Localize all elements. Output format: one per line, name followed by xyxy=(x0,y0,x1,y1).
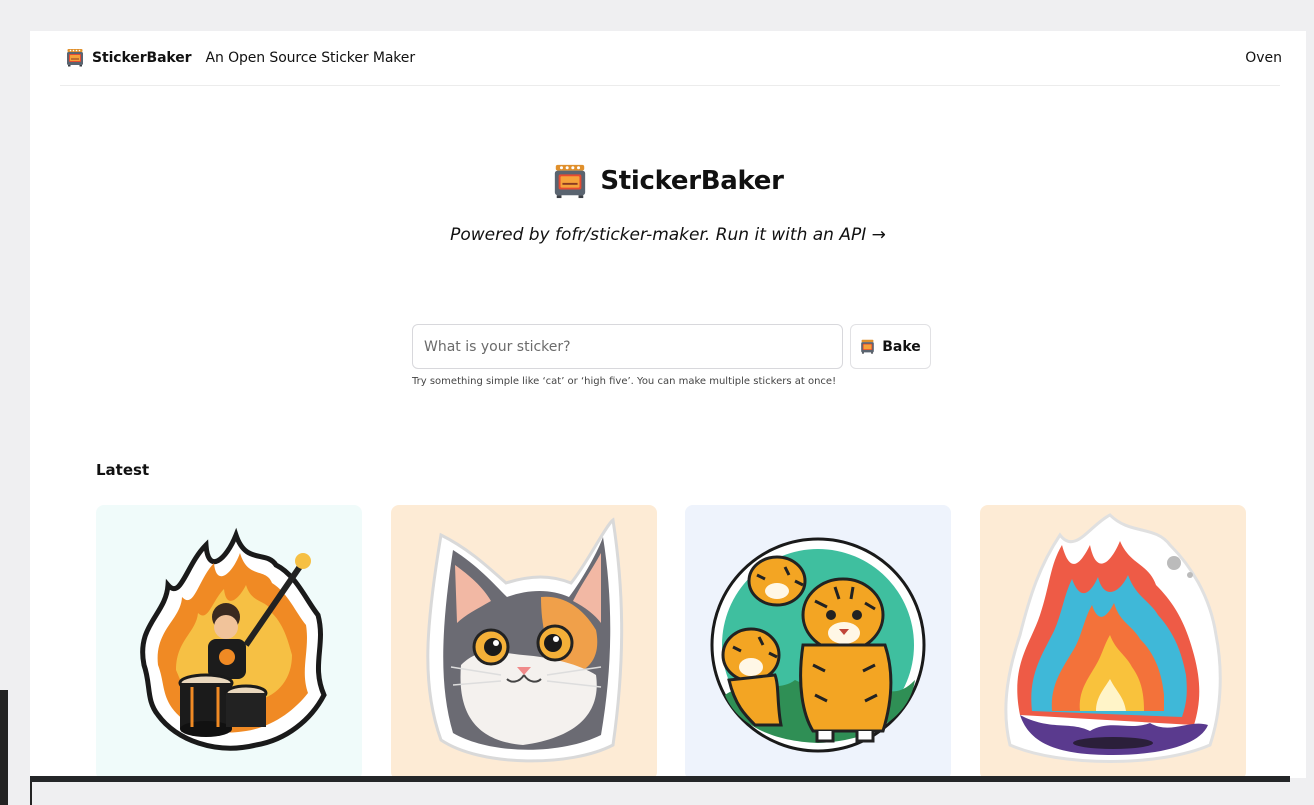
page-title: StickerBaker xyxy=(552,163,784,199)
bake-button-label: Bake xyxy=(882,338,921,355)
latest-heading: Latest xyxy=(96,461,150,479)
oven-icon xyxy=(67,49,83,67)
tigers-sticker-image xyxy=(710,537,926,753)
brand-name: StickerBaker xyxy=(92,49,192,66)
nav-link-oven[interactable]: Oven xyxy=(1245,50,1282,66)
oven-icon xyxy=(861,339,875,354)
hero-title-text: StickerBaker xyxy=(600,166,784,196)
brand-tagline: An Open Source Sticker Maker xyxy=(205,49,415,66)
api-link[interactable]: Powered by fofr/sticker-maker. Run it wi… xyxy=(450,225,886,245)
top-nav: StickerBaker An Open Source Sticker Make… xyxy=(60,31,1282,86)
bake-button[interactable]: Bake xyxy=(850,324,931,369)
hero-subtitle: Powered by fofr/sticker-maker. Run it wi… xyxy=(30,225,1306,245)
fire-drummer-sticker-image xyxy=(140,527,327,751)
sticker-card-flame[interactable] xyxy=(980,505,1246,778)
window-bottom-edge xyxy=(30,776,1290,782)
flame-sticker-image xyxy=(1004,513,1222,763)
hero: StickerBaker Powered by fofr/sticker-mak… xyxy=(30,163,1306,245)
sticker-card-calico-cat[interactable] xyxy=(391,505,657,778)
calico-cat-sticker-image xyxy=(426,517,624,763)
sticker-prompt-input[interactable] xyxy=(412,324,843,369)
latest-grid xyxy=(96,505,1246,778)
brand[interactable]: StickerBaker An Open Source Sticker Make… xyxy=(66,48,415,67)
sticker-card-fire-drummer[interactable] xyxy=(96,505,362,778)
sticker-card-tigers[interactable] xyxy=(685,505,951,778)
window-frame-gap xyxy=(8,690,30,805)
oven-icon xyxy=(555,164,586,199)
input-hint: Try something simple like ‘cat’ or ‘high… xyxy=(412,376,837,387)
browser-page: StickerBaker An Open Source Sticker Make… xyxy=(30,31,1306,778)
